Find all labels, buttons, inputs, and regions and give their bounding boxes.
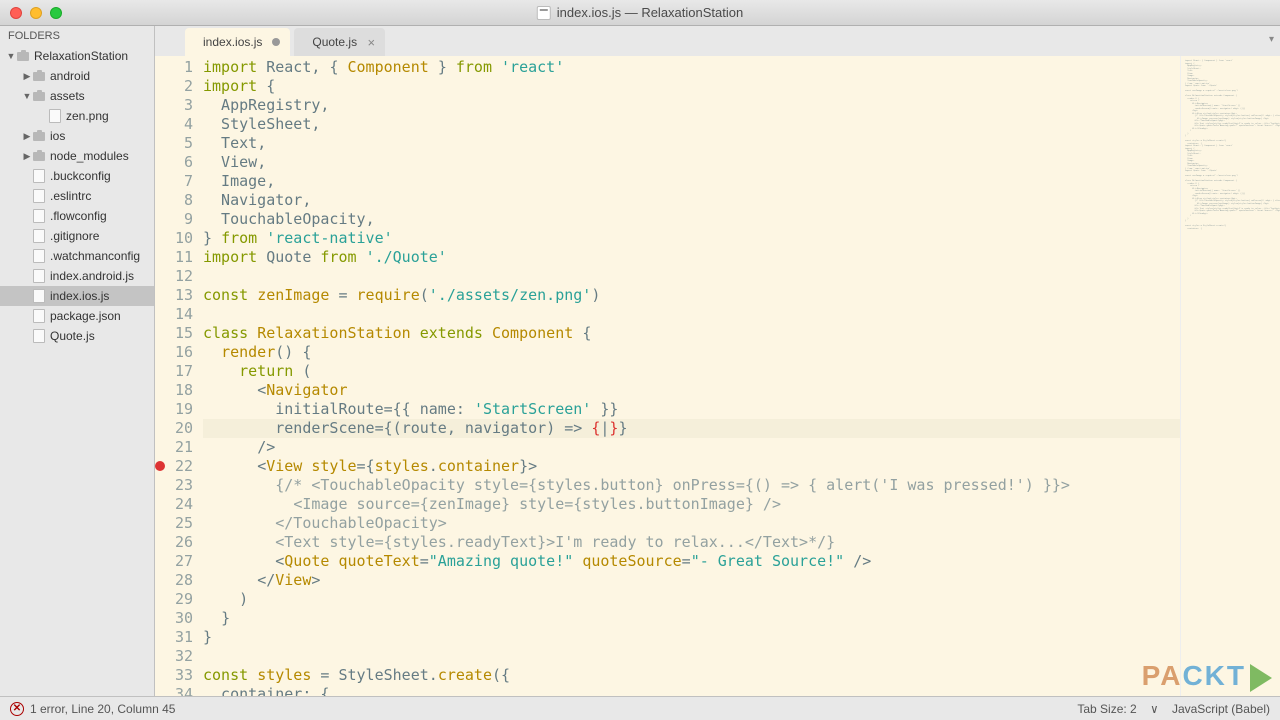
- file-icon: [32, 249, 46, 263]
- maximize-window-button[interactable]: [50, 7, 62, 19]
- minimap-content: import React, { Component } from 'react'…: [1185, 60, 1276, 230]
- file-item[interactable]: index.android.js: [0, 266, 154, 286]
- tree-item-label: package.json: [50, 309, 121, 323]
- image-file-icon: [48, 109, 62, 123]
- tree-item-label: RelaxationStation: [34, 49, 128, 63]
- status-cursor[interactable]: 1 error, Line 20, Column 45: [30, 702, 175, 716]
- folder-icon: [16, 49, 30, 63]
- file-icon: [32, 309, 46, 323]
- window-titlebar: index.ios.js — RelaxationStation: [0, 0, 1280, 26]
- tab-bar[interactable]: index.ios.js Quote.js × ▾: [155, 26, 1280, 56]
- breakpoint-icon[interactable]: [155, 461, 165, 471]
- file-icon: [32, 169, 46, 183]
- window-title: index.ios.js — RelaxationStation: [537, 5, 743, 20]
- minimap[interactable]: import React, { Component } from 'react'…: [1180, 56, 1280, 696]
- file-icon: [32, 209, 46, 223]
- status-bar: ✕ 1 error, Line 20, Column 45 Tab Size: …: [0, 696, 1280, 720]
- tree-item-label: Quote.js: [50, 329, 95, 343]
- file-item[interactable]: .watchmanconfig: [0, 246, 154, 266]
- file-icon: [32, 229, 46, 243]
- dirty-indicator-icon: [272, 38, 280, 46]
- error-icon[interactable]: ✕: [10, 702, 24, 716]
- code-editor[interactable]: import React, { Component } from 'react'…: [203, 56, 1180, 696]
- sidebar: FOLDERS ▼RelaxationStation▶android▼asset…: [0, 26, 155, 696]
- packt-logo: PACKT: [1142, 660, 1272, 692]
- editor-tab[interactable]: Quote.js ×: [294, 28, 385, 56]
- folder-icon: [32, 149, 46, 163]
- folder-item[interactable]: ▶ node_modules: [0, 146, 154, 166]
- file-item[interactable]: .eslintrc: [0, 186, 154, 206]
- status-tab-size[interactable]: Tab Size: 2: [1077, 702, 1136, 716]
- folder-item[interactable]: ▼ assets: [0, 86, 154, 106]
- window-title-text: index.ios.js — RelaxationStation: [557, 5, 743, 20]
- tree-item-label: .watchmanconfig: [50, 249, 140, 263]
- file-item[interactable]: .flowconfig: [0, 206, 154, 226]
- disclosure-triangle-icon[interactable]: ▶: [22, 71, 32, 82]
- disclosure-triangle-icon[interactable]: ▶: [22, 151, 32, 162]
- tree-item-label: .buckconfig: [50, 169, 111, 183]
- file-item[interactable]: index.ios.js: [0, 286, 154, 306]
- close-tab-icon[interactable]: ×: [367, 35, 375, 50]
- file-item[interactable]: package.json: [0, 306, 154, 326]
- file-item[interactable]: Quote.js: [0, 326, 154, 346]
- folder-item[interactable]: ▼ RelaxationStation: [0, 46, 154, 66]
- tree-item-label: android: [50, 69, 90, 83]
- traffic-lights: [0, 7, 62, 19]
- status-vim-mode[interactable]: ∨: [1151, 702, 1158, 716]
- editor-area: index.ios.js Quote.js × ▾ 12345678910111213…: [155, 26, 1280, 696]
- tab-label: index.ios.js: [203, 35, 262, 49]
- tab-label: Quote.js: [312, 35, 357, 49]
- editor-tab[interactable]: index.ios.js: [185, 28, 290, 56]
- file-icon: [32, 329, 46, 343]
- folder-icon: [32, 129, 46, 143]
- folder-icon: [32, 89, 46, 103]
- sidebar-header: FOLDERS: [0, 26, 154, 46]
- tree-item-label: .eslintrc: [50, 189, 91, 203]
- folder-item[interactable]: ▶ ios: [0, 126, 154, 146]
- line-gutter[interactable]: 1234567891011121314151617181920212223242…: [155, 56, 203, 696]
- play-icon: [1250, 664, 1272, 692]
- tree-item-label: ios: [50, 129, 65, 143]
- disclosure-triangle-icon[interactable]: ▼: [22, 91, 32, 101]
- folder-icon: [32, 69, 46, 83]
- folder-item[interactable]: ▶ android: [0, 66, 154, 86]
- tree-item-label: .gitignore: [50, 229, 99, 243]
- disclosure-triangle-icon[interactable]: ▼: [6, 51, 16, 61]
- file-item[interactable]: zen.png: [0, 106, 154, 126]
- file-icon: [32, 189, 46, 203]
- disclosure-triangle-icon[interactable]: ▶: [22, 131, 32, 142]
- minimize-window-button[interactable]: [30, 7, 42, 19]
- file-icon: [537, 6, 551, 20]
- file-tree[interactable]: ▼RelaxationStation▶android▼assetszen.png…: [0, 46, 154, 696]
- tree-item-label: zen.png: [66, 109, 109, 123]
- file-icon: [32, 269, 46, 283]
- file-item[interactable]: .gitignore: [0, 226, 154, 246]
- close-window-button[interactable]: [10, 7, 22, 19]
- status-language[interactable]: JavaScript (Babel): [1172, 702, 1270, 716]
- tree-item-label: node_modules: [50, 149, 129, 163]
- tree-item-label: index.android.js: [50, 269, 134, 283]
- tree-item-label: .flowconfig: [50, 209, 107, 223]
- file-icon: [32, 289, 46, 303]
- tab-overflow-icon[interactable]: ▾: [1269, 34, 1274, 45]
- tree-item-label: index.ios.js: [50, 289, 109, 303]
- tree-item-label: assets: [50, 89, 85, 103]
- file-item[interactable]: .buckconfig: [0, 166, 154, 186]
